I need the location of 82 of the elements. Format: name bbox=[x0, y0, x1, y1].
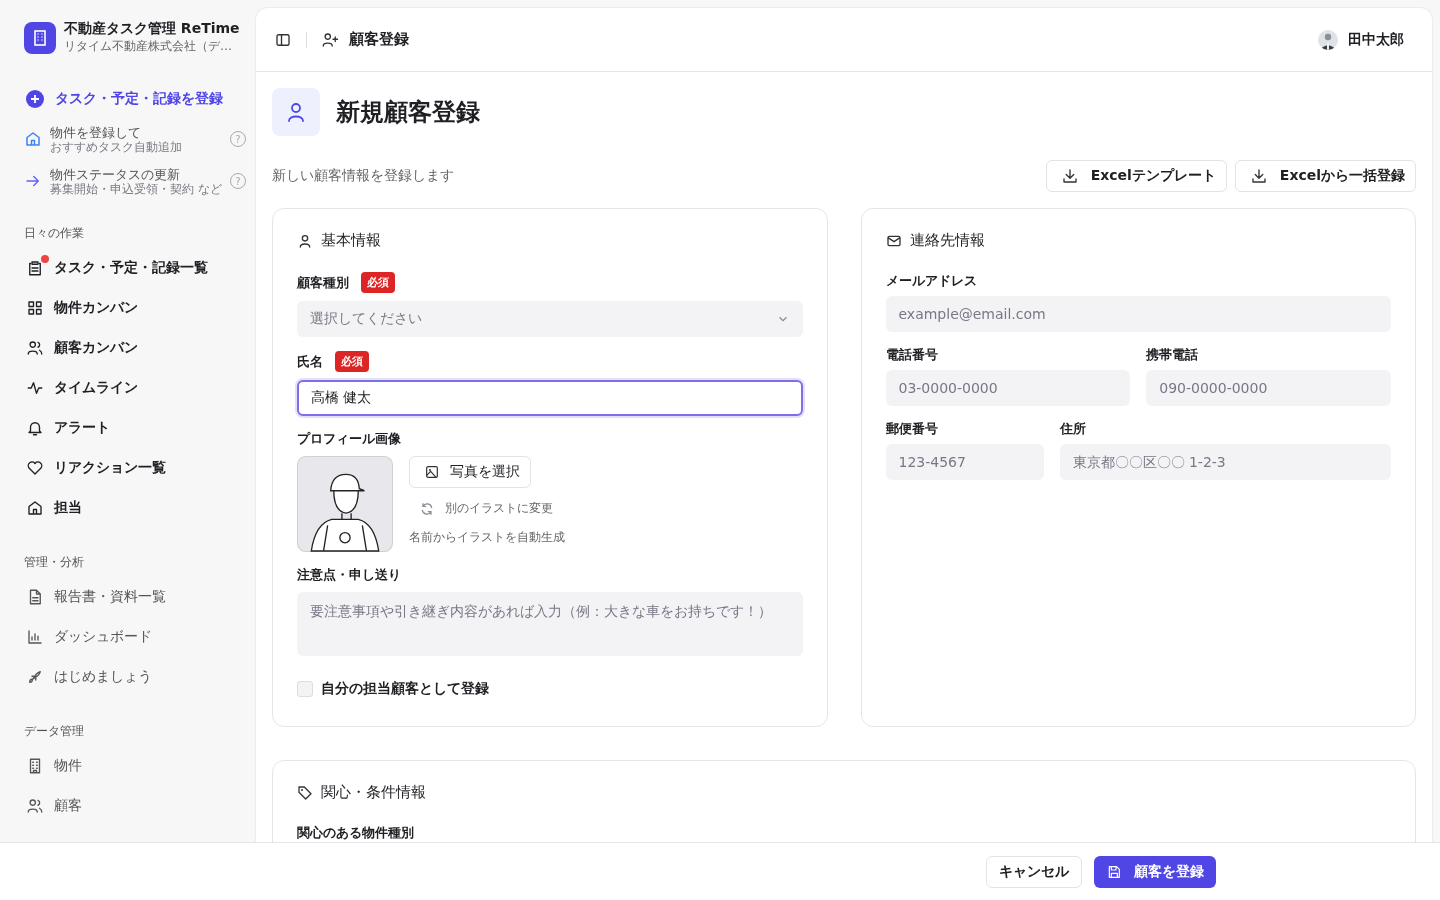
field-label: 注意点・申し送り bbox=[297, 566, 401, 584]
card-title: 関心・条件情報 bbox=[321, 783, 426, 802]
cancel-button[interactable]: キャンセル bbox=[986, 855, 1082, 888]
tag-icon bbox=[297, 784, 313, 801]
nav-item[interactable]: ダッシュボード bbox=[24, 617, 240, 657]
checkbox[interactable] bbox=[297, 681, 313, 697]
chart-icon bbox=[26, 628, 44, 646]
nav-item[interactable]: リアクション一覧 bbox=[24, 448, 240, 488]
download-icon bbox=[1249, 167, 1268, 185]
user-plus-icon bbox=[321, 30, 339, 49]
clipboard-icon bbox=[26, 259, 44, 277]
quick-action-title: 物件を登録して bbox=[50, 124, 142, 140]
register-task-link[interactable]: タスク・予定・記録を登録 bbox=[24, 83, 240, 115]
home-icon bbox=[26, 499, 44, 517]
save-icon bbox=[1106, 863, 1122, 880]
customer-type-select[interactable]: 選択してください bbox=[297, 301, 803, 337]
users-icon bbox=[26, 339, 44, 357]
page-breadcrumb: 顧客登録 bbox=[349, 30, 409, 49]
company-name: リタイム不動産株式会社（デ… bbox=[64, 38, 233, 55]
page-title: 新規顧客登録 bbox=[336, 97, 480, 128]
card-title: 基本情報 bbox=[321, 231, 381, 250]
nav-item[interactable]: 報告書・資料一覧 bbox=[24, 577, 240, 617]
user-icon bbox=[297, 232, 313, 249]
text-input[interactable]: 090-0000-0000 bbox=[1146, 370, 1391, 406]
name-input[interactable]: 高橋 健太 bbox=[297, 380, 803, 416]
nav-item[interactable]: タイムライン bbox=[24, 368, 240, 408]
select-photo-button[interactable]: 写真を選択 bbox=[409, 456, 531, 488]
field-label: 関心のある物件種別 bbox=[297, 824, 415, 842]
quick-action-item[interactable]: 物件を登録して おすすめタスク自動追加 ? bbox=[24, 121, 246, 157]
card-title: 連絡先情報 bbox=[909, 231, 985, 250]
excel-import-button[interactable]: Excelから一括登録 bbox=[1234, 160, 1416, 192]
nav-item[interactable]: 物件 bbox=[24, 746, 240, 786]
checkbox-label: 自分の担当顧客として登録 bbox=[321, 680, 489, 698]
nav-item[interactable]: 物件カンバン bbox=[24, 288, 240, 328]
field-label: 郵便番号 bbox=[885, 420, 939, 438]
user-name[interactable]: 田中太郎 bbox=[1348, 30, 1404, 49]
rocket-icon bbox=[26, 668, 44, 686]
nav-item[interactable]: 顧客カンバン bbox=[24, 328, 240, 368]
user-icon bbox=[272, 88, 320, 136]
excel-template-button[interactable]: Excelテンプレート bbox=[1045, 160, 1227, 192]
field-label: 電話番号 bbox=[885, 346, 939, 364]
nav-item[interactable]: はじめましょう bbox=[24, 657, 240, 697]
text-input[interactable]: 東京都〇〇区〇〇 1-2-3 bbox=[1059, 444, 1391, 480]
plus-icon bbox=[25, 89, 45, 109]
change-illustration-link[interactable]: 別のイラストに変更 bbox=[409, 496, 563, 521]
field-label: メールアドレス bbox=[885, 272, 978, 290]
image-icon bbox=[424, 464, 440, 480]
field-label: プロフィール画像 bbox=[297, 430, 402, 448]
section-heading: 管理・分析 bbox=[24, 554, 85, 571]
required-badge: 必須 bbox=[361, 272, 395, 293]
nav-item[interactable]: アラート bbox=[24, 408, 240, 448]
home-icon bbox=[24, 130, 42, 148]
register-customer-button[interactable]: 顧客を登録 bbox=[1094, 855, 1216, 888]
text-input[interactable]: 03-0000-0000 bbox=[885, 370, 1131, 406]
nav-item[interactable]: 顧客 bbox=[24, 786, 240, 826]
quick-action-subtitle: おすすめタスク自動追加 bbox=[50, 139, 183, 154]
nav-item[interactable]: 担当 bbox=[24, 488, 240, 528]
quick-action-item[interactable]: 物件ステータスの更新 募集開始・申込受領・契約 など ? bbox=[24, 163, 246, 199]
required-badge: 必須 bbox=[335, 351, 369, 372]
hint-text: 名前からイラストを自動生成 bbox=[409, 529, 565, 546]
section-heading: データ管理 bbox=[24, 723, 85, 740]
field-label: 住所 bbox=[1059, 420, 1087, 438]
heart-icon bbox=[26, 459, 44, 477]
download-icon bbox=[1060, 167, 1079, 185]
section-heading: 日々の作業 bbox=[24, 225, 85, 242]
pulse-icon bbox=[26, 379, 44, 397]
users-icon bbox=[26, 797, 44, 815]
field-label: 携帯電話 bbox=[1146, 346, 1200, 364]
notes-textarea[interactable]: 要注意事項や引き継ぎ内容があれば入力（例：大きな車をお持ちです！） bbox=[297, 592, 803, 656]
field-label: 氏名 bbox=[297, 352, 323, 371]
building-logo-icon bbox=[24, 21, 56, 54]
grid-icon bbox=[26, 299, 44, 317]
bell-icon bbox=[26, 419, 44, 437]
text-input[interactable]: 123-4567 bbox=[885, 444, 1044, 480]
app-name: 不動産タスク管理 ReTime bbox=[64, 20, 240, 38]
nav-item[interactable]: タスク・予定・記録一覧 bbox=[24, 248, 240, 288]
field-label: 顧客種別 bbox=[297, 273, 349, 292]
quick-action-title: 物件ステータスの更新 bbox=[50, 166, 181, 182]
quick-action-subtitle: 募集開始・申込受領・契約 など bbox=[50, 181, 222, 196]
text-input[interactable]: example@email.com bbox=[885, 296, 1391, 332]
page-description: 新しい顧客情報を登録します bbox=[272, 167, 454, 185]
refresh-icon bbox=[419, 500, 435, 517]
